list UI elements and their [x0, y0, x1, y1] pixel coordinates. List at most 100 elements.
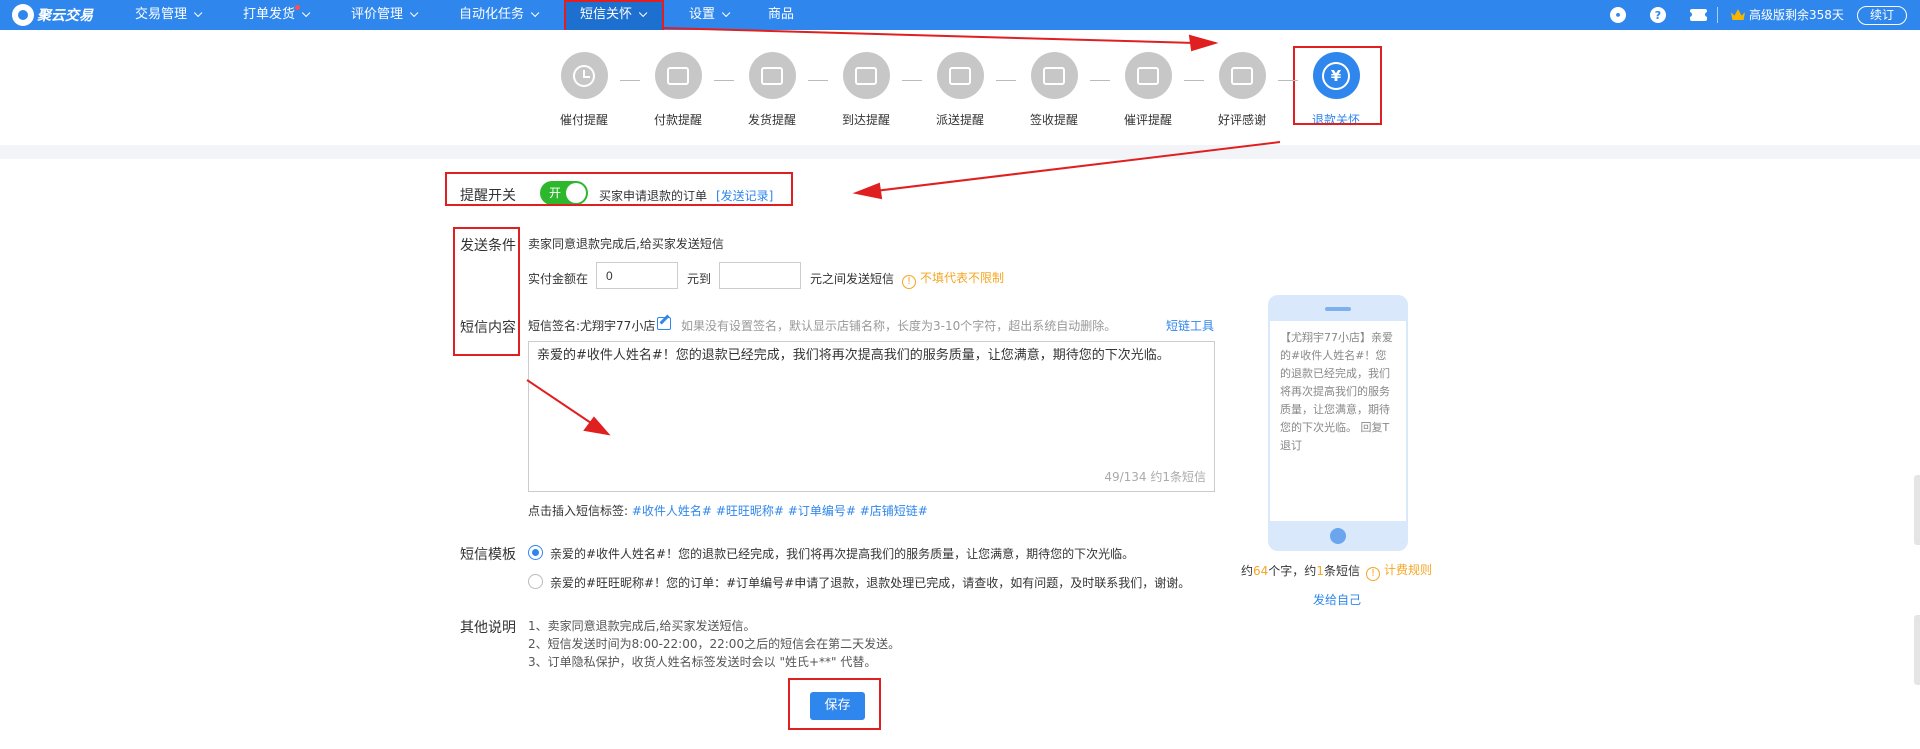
side-scroll-tab[interactable] [1914, 475, 1920, 545]
step-delivering[interactable]: 派送提醒 [920, 52, 1000, 128]
logo-icon [12, 4, 34, 26]
tag-order-number[interactable]: #订单编号# [788, 504, 856, 518]
nav-settings[interactable]: 设置 [689, 0, 731, 30]
coupon-icon[interactable] [1687, 9, 1710, 21]
brand-logo[interactable]: 聚云交易 [12, 4, 93, 26]
sms-signature: 短信签名:尤翔宇77小店 [528, 319, 656, 333]
template-option-1[interactable]: 亲爱的#收件人姓名#！您的退款已经完成，我们将再次提高我们的服务质量，让您满意，… [550, 545, 1134, 562]
reminder-steps: 催付提醒 付款提醒 发货提醒 到达提醒 派送提醒 签收提醒 催评提醒 好评感谢 [0, 30, 1920, 145]
template-radio-1[interactable] [528, 545, 543, 560]
nav-divider [1717, 7, 1718, 23]
step-connector [808, 80, 828, 81]
nav-label: 自动化任务 [459, 7, 525, 22]
step-label: 催付提醒 [559, 113, 608, 127]
step-payment-urge[interactable]: 催付提醒 [544, 52, 624, 128]
count-prefix: 约 [1241, 564, 1254, 578]
edit-icon[interactable] [657, 317, 671, 330]
amount-to-input[interactable] [719, 262, 801, 289]
highlight-box-nav [564, 0, 664, 33]
sms-content-text: 亲爱的#收件人姓名#！您的退款已经完成，我们将再次提高我们的服务质量，让您满意，… [537, 348, 1170, 363]
step-connector [996, 80, 1016, 81]
chat-icon[interactable]: • [1610, 7, 1626, 23]
vip-remaining: 高级版剩余358天 [1749, 8, 1844, 22]
chat-bubble-icon [1137, 66, 1159, 85]
page: { "brand": { "logo_text": "聚云交易" }, "nav… [0, 0, 1920, 749]
sms-content-textarea[interactable]: 亲爱的#收件人姓名#！您的退款已经完成，我们将再次提高我们的服务质量，让您满意，… [528, 341, 1215, 492]
step-icon [748, 52, 796, 99]
other-notes-label: 其他说明 [460, 620, 516, 636]
phone-home-button [1330, 528, 1346, 544]
step-connector [714, 80, 734, 81]
preview-count: 约64个字，约1条短信 [1241, 562, 1360, 579]
message-icon [1231, 66, 1253, 85]
help-icon[interactable]: ? [1650, 7, 1666, 23]
step-shipped[interactable]: 发货提醒 [732, 52, 812, 128]
step-connector [620, 80, 640, 81]
step-review-thanks[interactable]: 好评感谢 [1202, 52, 1282, 128]
billing-rule-text: 计费规则 [1384, 563, 1433, 577]
side-scroll-tab[interactable] [1914, 615, 1920, 685]
template-option-2[interactable]: 亲爱的#旺旺昵称#！您的订单：#订单编号#申请了退款，退款处理已完成，请查收，如… [550, 574, 1190, 591]
step-connector [1090, 80, 1110, 81]
nav-products[interactable]: 商品 [768, 0, 794, 30]
step-label: 发货提醒 [747, 113, 796, 127]
step-arrived[interactable]: 到达提醒 [826, 52, 906, 128]
renew-button[interactable]: 续订 [1857, 6, 1907, 25]
note-item: 3、订单隐私保护，收货人姓名标签发送时会以 "姓氏+**" 代替。 [528, 655, 877, 669]
chevron-down-icon [409, 8, 419, 18]
box-icon [761, 66, 783, 85]
card-icon [667, 66, 689, 85]
count-mid: 个字，约 [1268, 564, 1317, 578]
section-divider [0, 145, 1920, 159]
step-label: 签收提醒 [1029, 113, 1078, 127]
tag-wangwang-nick[interactable]: #旺旺昵称# [716, 504, 784, 518]
insert-tags-label: 点击插入短信标签: [528, 504, 629, 518]
short-link-tool[interactable]: 短链工具 [1166, 317, 1214, 334]
send-to-self-link[interactable]: 发给自己 [1313, 591, 1361, 608]
amount-unit-to: 元到 [687, 272, 712, 286]
warning-icon: ! [902, 275, 916, 289]
amount-from-input[interactable] [596, 262, 678, 289]
step-icon [1124, 52, 1172, 99]
step-review-urge[interactable]: 催评提醒 [1108, 52, 1188, 128]
nav-label: 打单发货 [243, 7, 296, 22]
nav-trade-management[interactable]: 交易管理 [135, 0, 203, 30]
billing-rule-link[interactable]: ! 计费规则 [1366, 561, 1432, 581]
nav-label: 设置 [689, 7, 716, 22]
step-connector [902, 80, 922, 81]
condition-desc: 卖家同意退款完成后,给买家发送短信 [528, 237, 724, 251]
nav-automation[interactable]: 自动化任务 [459, 0, 540, 30]
chevron-down-icon [193, 8, 203, 18]
sms-counter: 49/134 约1条短信 [1104, 470, 1206, 484]
step-connector [1184, 80, 1204, 81]
template-radio-2[interactable] [528, 574, 543, 589]
note-item: 2、短信发送时间为8:00-22:00，22:00之后的短信会在第二天发送。 [528, 637, 901, 651]
warning-icon: ! [1366, 567, 1380, 581]
step-icon [1218, 52, 1266, 99]
nav-print-ship[interactable]: 打单发货 [243, 0, 311, 30]
amount-suffix: 元之间发送短信 [810, 272, 895, 286]
step-paid[interactable]: 付款提醒 [638, 52, 718, 128]
step-signed[interactable]: 签收提醒 [1014, 52, 1094, 128]
tag-shop-shortlink[interactable]: #店铺短链# [860, 504, 928, 518]
notification-dot [295, 5, 300, 10]
unlimited-hint-text: 不填代表不限制 [920, 271, 1005, 285]
logo-text: 聚云交易 [37, 8, 93, 24]
chevron-down-icon [301, 8, 311, 18]
nav-label: 评价管理 [351, 7, 404, 22]
step-connector [1278, 80, 1298, 81]
chevron-down-icon [530, 8, 540, 18]
sms-preview-phone: 【尤翔宇77小店】亲爱的#收件人姓名#！您的退款已经完成，我们将再次提高我们的服… [1268, 295, 1408, 551]
highlight-box-save [788, 678, 881, 730]
tag-recipient-name[interactable]: #收件人姓名# [632, 504, 712, 518]
step-label: 付款提醒 [653, 113, 702, 127]
highlight-box-step [1293, 46, 1382, 125]
highlight-box-labels [453, 227, 520, 356]
step-icon [1030, 52, 1078, 99]
nav-review-management[interactable]: 评价管理 [351, 0, 419, 30]
signature-hint: 如果没有设置签名，默认显示店铺名称，长度为3-10个字符，超出系统自动删除。 [681, 319, 1117, 333]
step-icon [560, 52, 608, 99]
phone-screen: 【尤翔宇77小店】亲爱的#收件人姓名#！您的退款已经完成，我们将再次提高我们的服… [1270, 321, 1406, 521]
sms-template-label: 短信模板 [460, 547, 516, 563]
crown-icon [1731, 9, 1745, 20]
